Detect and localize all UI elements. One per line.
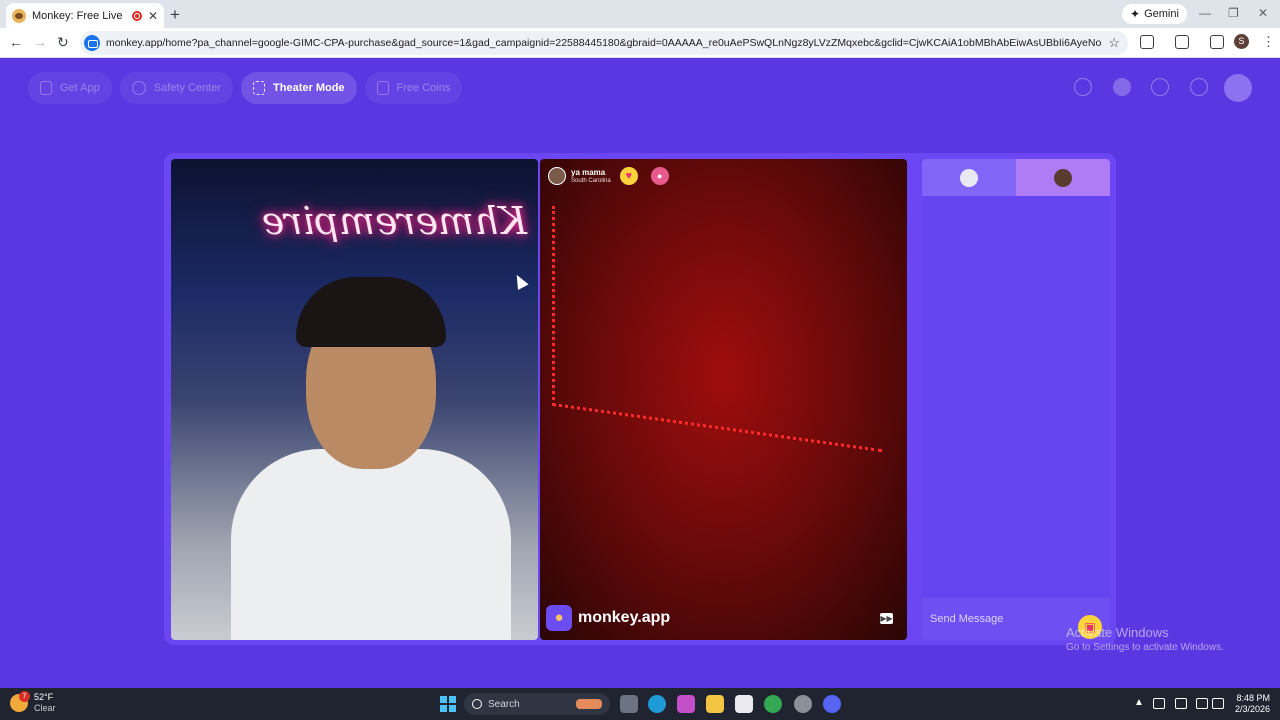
- windows-taskbar: 7 52°F Clear Search ▲ 8:48 PM 2/3/2026: [0, 688, 1280, 720]
- chat-panel: Send Message ▣: [922, 159, 1110, 640]
- chrome-icon[interactable]: [764, 695, 782, 713]
- forward-button[interactable]: →: [33, 34, 47, 50]
- tab-title: Monkey: Free Live Video Ch: [32, 9, 126, 22]
- close-window-button[interactable]: ✕: [1258, 6, 1268, 20]
- peer-avatar[interactable]: [548, 167, 566, 185]
- skip-icon[interactable]: ▶▶: [880, 613, 893, 624]
- weather-badge: 7: [19, 691, 30, 702]
- browser-tab-bar: Monkey: Free Live Video Ch ✕ + ✦ Gemini …: [0, 0, 1280, 28]
- shield-icon: [131, 81, 146, 95]
- minimize-window-button[interactable]: —: [1199, 6, 1211, 20]
- app-icon[interactable]: [794, 695, 812, 713]
- weather-temperature: 52°F: [34, 692, 54, 702]
- taskbar-search-placeholder: Search: [488, 698, 520, 710]
- reload-button[interactable]: ↻: [57, 34, 69, 51]
- gemini-label: Gemini: [1144, 8, 1179, 20]
- start-menu-icon[interactable]: [440, 696, 456, 712]
- gemini-sparkle-icon: ✦: [1130, 7, 1141, 21]
- chat-tabs: [922, 159, 1110, 196]
- user-avatar[interactable]: [1224, 74, 1252, 102]
- back-button[interactable]: ←: [9, 34, 23, 50]
- peer-chat-avatar: [1054, 168, 1072, 187]
- safety-center-label: Safety Center: [153, 82, 222, 94]
- weather-widget[interactable]: 7 52°F Clear: [10, 691, 56, 714]
- taskbar-search[interactable]: Search: [464, 693, 610, 715]
- discord-icon[interactable]: [823, 695, 841, 713]
- self-avatar: [960, 168, 978, 187]
- peer-name: ya mama: [571, 167, 606, 177]
- profile-avatar[interactable]: S: [1234, 34, 1249, 49]
- monkey-favicon-icon: [12, 8, 26, 23]
- neon-sign-image: Khmerempire: [261, 199, 527, 243]
- microsoft-365-icon[interactable]: [677, 695, 695, 713]
- cast-icon[interactable]: [1175, 35, 1189, 49]
- monkey-watermark: ● monkey.app: [546, 605, 670, 631]
- expand-icon: [253, 81, 266, 95]
- media-control-icon[interactable]: [1210, 35, 1224, 49]
- get-app-label: Get App: [60, 82, 100, 94]
- person-hair-image: [296, 277, 446, 347]
- clock-date: 2/3/2026: [1234, 704, 1270, 714]
- new-tab-button[interactable]: +: [170, 5, 180, 25]
- tab-peer[interactable]: [1016, 159, 1110, 196]
- monkey-logo-icon: ●: [546, 605, 572, 631]
- get-app-button[interactable]: Get App: [28, 72, 112, 104]
- person-body-image: [231, 449, 511, 640]
- top-navigation: Get App Safety Center Theater Mode Free …: [28, 72, 463, 104]
- network-icon[interactable]: [1196, 698, 1208, 709]
- show-hidden-icons-icon[interactable]: ▲: [1134, 697, 1144, 708]
- bookmark-star-icon[interactable]: ☆: [1108, 35, 1120, 51]
- onedrive-icon[interactable]: [1153, 698, 1165, 709]
- user-icon[interactable]: [1113, 78, 1131, 96]
- heart-icon[interactable]: ♥: [619, 167, 638, 185]
- activate-windows-subtitle: Go to Settings to activate Windows.: [1066, 642, 1224, 653]
- watermark-text: monkey.app: [578, 609, 671, 626]
- gemini-button[interactable]: ✦ Gemini: [1122, 4, 1187, 24]
- restore-window-button[interactable]: ❐: [1228, 6, 1239, 20]
- extensions-icon[interactable]: [1140, 35, 1154, 49]
- chat-icon[interactable]: [1190, 78, 1208, 96]
- microphone-icon[interactable]: [1175, 698, 1187, 709]
- activate-windows-title: Activate Windows: [1066, 625, 1169, 640]
- led-strip-image: [552, 205, 882, 453]
- peer-video: ya mama South Carolina ♥ ● ● monkey.app …: [540, 159, 907, 640]
- browser-menu-icon[interactable]: ⋮: [1262, 34, 1275, 50]
- edge-icon[interactable]: [648, 695, 666, 713]
- monkey-page: Get App Safety Center Theater Mode Free …: [0, 58, 1280, 688]
- send-message-placeholder[interactable]: Send Message: [930, 613, 1078, 625]
- address-bar[interactable]: monkey.app/home?pa_channel=google-GIMC-C…: [80, 31, 1128, 55]
- tab-close-button[interactable]: ✕: [148, 9, 158, 23]
- peer-location: South Carolina: [571, 177, 611, 184]
- peer-info[interactable]: ya mama South Carolina ♥ ●: [548, 167, 669, 185]
- weather-condition: Clear: [34, 703, 56, 713]
- store-icon[interactable]: [735, 695, 753, 713]
- fox-badge-icon[interactable]: ●: [650, 167, 669, 185]
- recording-indicator-icon: [131, 10, 142, 21]
- tab-self[interactable]: [922, 159, 1016, 196]
- search-icon[interactable]: [1074, 78, 1092, 96]
- theater-mode-button[interactable]: Theater Mode: [241, 72, 357, 104]
- safety-center-button[interactable]: Safety Center: [119, 72, 234, 104]
- volume-icon[interactable]: [1212, 698, 1224, 709]
- search-highlight-icon: [576, 699, 602, 709]
- free-coins-label: Free Coins: [396, 82, 451, 94]
- browser-toolbar: ← → ↻ monkey.app/home?pa_channel=google-…: [0, 28, 1280, 58]
- history-icon[interactable]: [1151, 78, 1169, 96]
- activate-windows-watermark: Activate Windows Go to Settings to activ…: [1066, 625, 1224, 653]
- phone-icon: [40, 81, 52, 95]
- url-text[interactable]: monkey.app/home?pa_channel=google-GIMC-C…: [106, 37, 1102, 49]
- video-chat-stage: Khmerempire ya mama South Carolina ♥ ● ●…: [164, 153, 1116, 645]
- task-view-icon[interactable]: [620, 695, 638, 713]
- free-coins-button[interactable]: Free Coins: [364, 72, 463, 104]
- theater-mode-label: Theater Mode: [273, 82, 345, 94]
- taskbar-search-icon: [472, 699, 482, 709]
- coins-icon: [376, 81, 389, 95]
- camera-site-icon[interactable]: [84, 35, 100, 51]
- weather-moon-icon: 7: [10, 691, 30, 712]
- browser-tab-monkey[interactable]: Monkey: Free Live Video Ch ✕: [6, 3, 164, 28]
- system-clock[interactable]: 8:48 PM 2/3/2026: [1226, 693, 1270, 715]
- clock-time: 8:48 PM: [1236, 693, 1270, 703]
- file-explorer-icon[interactable]: [706, 695, 724, 713]
- self-video: Khmerempire: [171, 159, 538, 640]
